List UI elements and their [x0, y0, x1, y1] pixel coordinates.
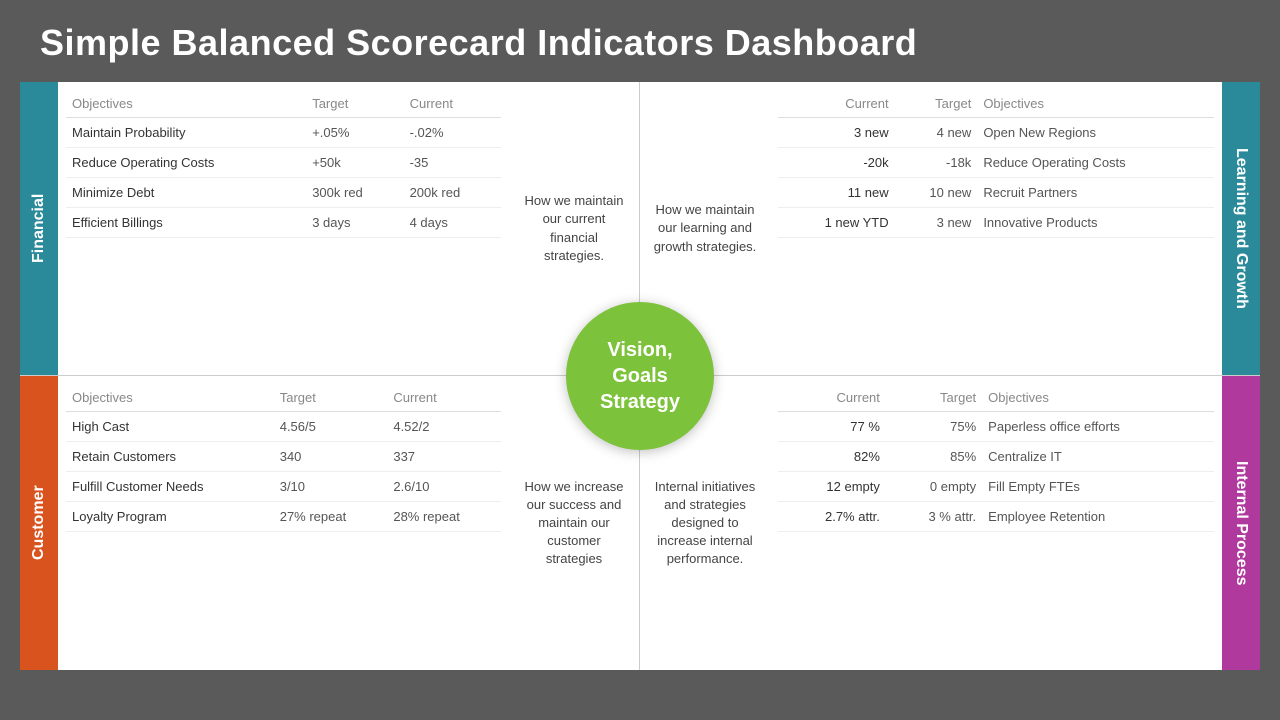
vision-circle: Vision, Goals Strategy — [566, 302, 714, 450]
learning-label: Learning and Growth — [1222, 82, 1260, 375]
financial-label: Financial — [20, 82, 58, 375]
page-title: Simple Balanced Scorecard Indicators Das… — [0, 0, 1280, 82]
table-row: Maintain Probability+.05%-.02% — [66, 118, 501, 148]
financial-col-objectives: Objectives — [66, 92, 306, 118]
table-row: 2.7% attr.3 % attr.Employee Retention — [778, 502, 1214, 532]
vision-line3: Strategy — [600, 391, 680, 413]
customer-label: Customer — [20, 376, 58, 670]
financial-table: Objectives Target Current Maintain Proba… — [66, 92, 501, 238]
internal-col-target: Target — [886, 386, 982, 412]
internal-col-objectives: Objectives — [982, 386, 1214, 412]
customer-col-current: Current — [387, 386, 501, 412]
internal-col-current: Current — [778, 386, 886, 412]
internal-table-section: Current Target Objectives 77 %75%Paperle… — [770, 376, 1222, 670]
table-row: Retain Customers340337 — [66, 442, 501, 472]
customer-col-target: Target — [274, 386, 388, 412]
table-row: Minimize Debt300k red200k red — [66, 178, 501, 208]
customer-table: Objectives Target Current High Cast4.56/… — [66, 386, 501, 532]
table-row: Efficient Billings3 days4 days — [66, 208, 501, 238]
financial-col-target: Target — [306, 92, 403, 118]
table-row: Fulfill Customer Needs3/102.6/10 — [66, 472, 501, 502]
financial-col-current: Current — [404, 92, 501, 118]
internal-label: Internal Process — [1222, 376, 1260, 670]
table-row: 82%85%Centralize IT — [778, 442, 1214, 472]
learning-col-target: Target — [895, 92, 978, 118]
table-row: 77 %75%Paperless office efforts — [778, 412, 1214, 442]
learning-col-current: Current — [778, 92, 895, 118]
customer-quadrant: Customer Objectives Target Current High … — [20, 376, 640, 670]
learning-table: Current Target Objectives 3 new4 newOpen… — [778, 92, 1214, 238]
table-row: Loyalty Program27% repeat28% repeat — [66, 502, 501, 532]
table-row: 12 empty0 emptyFill Empty FTEs — [778, 472, 1214, 502]
table-row: 1 new YTD3 newInnovative Products — [778, 208, 1214, 238]
internal-quadrant: Internal initiatives and strategies desi… — [640, 376, 1260, 670]
vision-line1: Vision, — [607, 339, 672, 361]
customer-col-objectives: Objectives — [66, 386, 274, 412]
learning-quadrant: How we maintain our learning and growth … — [640, 82, 1260, 376]
table-row: 11 new10 newRecruit Partners — [778, 178, 1214, 208]
table-row: Reduce Operating Costs+50k-35 — [66, 148, 501, 178]
financial-table-section: Objectives Target Current Maintain Proba… — [58, 82, 509, 375]
financial-quadrant: Financial Objectives Target Current Main… — [20, 82, 640, 376]
table-row: -20k-18kReduce Operating Costs — [778, 148, 1214, 178]
vision-line2: Goals — [612, 365, 668, 387]
internal-table: Current Target Objectives 77 %75%Paperle… — [778, 386, 1214, 532]
table-row: High Cast4.56/54.52/2 — [66, 412, 501, 442]
learning-table-section: Current Target Objectives 3 new4 newOpen… — [770, 82, 1222, 375]
table-row: 3 new4 newOpen New Regions — [778, 118, 1214, 148]
customer-table-section: Objectives Target Current High Cast4.56/… — [58, 376, 509, 670]
learning-col-objectives: Objectives — [977, 92, 1214, 118]
